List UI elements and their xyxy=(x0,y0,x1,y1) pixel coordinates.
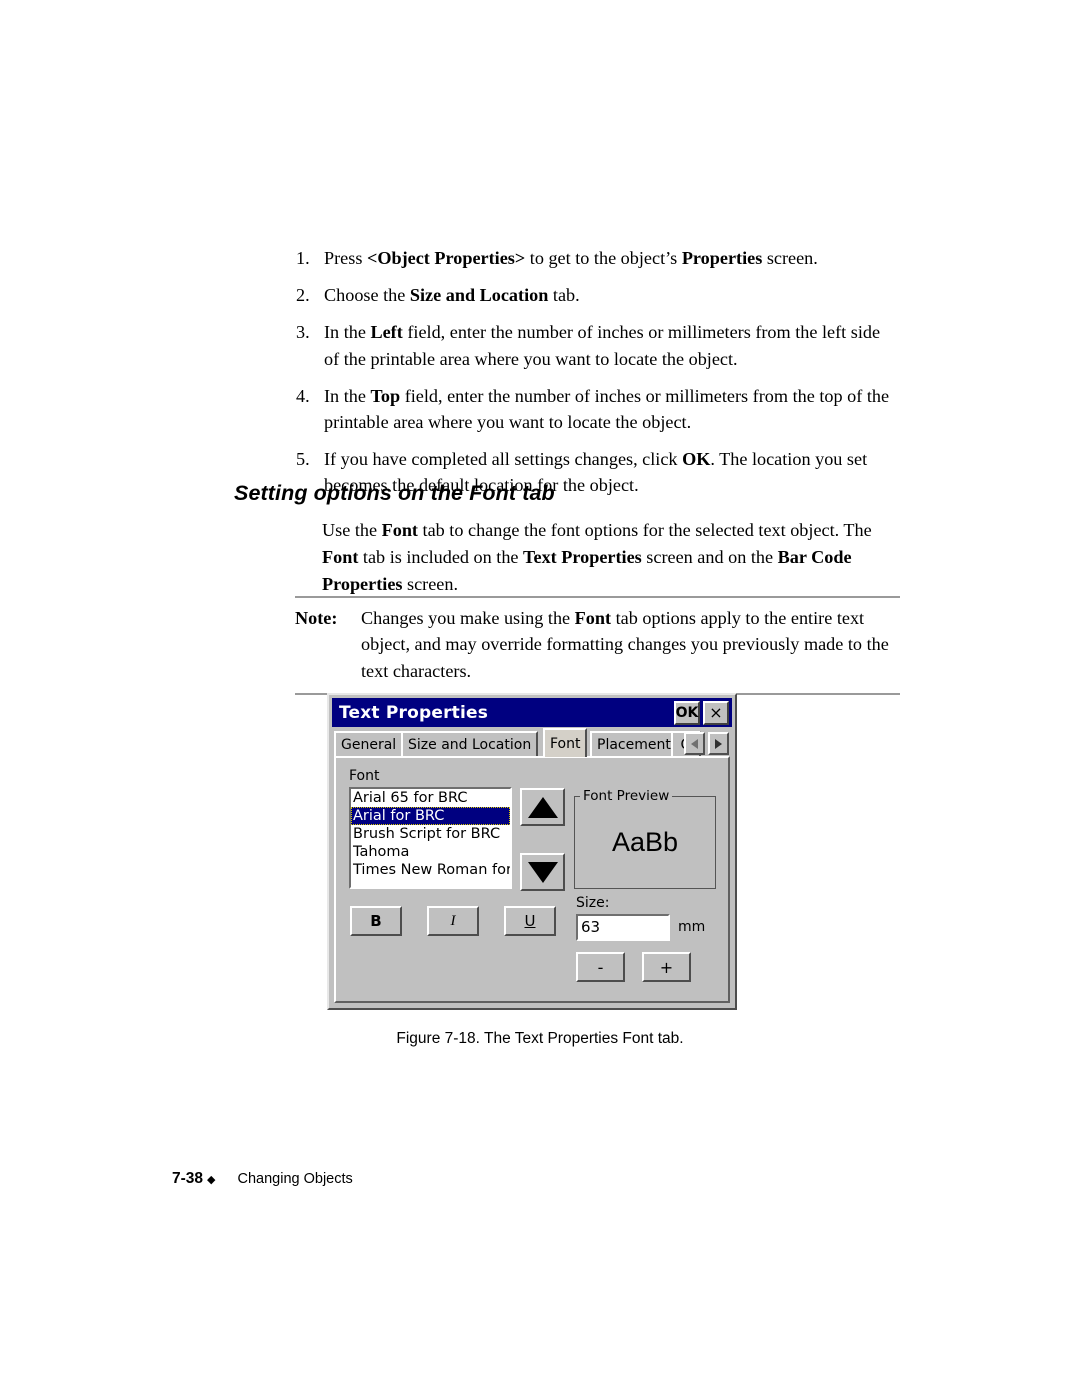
emphasis-text: OK xyxy=(682,449,711,470)
dialog-titlebar: Text Properties OK × xyxy=(332,698,732,727)
note-text: Changes you make using the Font tab opti… xyxy=(361,605,900,684)
body-text: screen. xyxy=(402,573,459,594)
dialog-tabrow: General Size and Location Font Placement… xyxy=(334,728,732,757)
step-text: In the Left field, enter the number of i… xyxy=(324,319,896,371)
procedure-step: 2. Choose the Size and Location tab. xyxy=(296,282,896,308)
tab-font[interactable]: Font xyxy=(543,728,588,757)
bold-button[interactable]: B xyxy=(350,906,402,936)
step-number: 4. xyxy=(296,385,310,406)
emphasis-text: Top xyxy=(370,385,401,406)
text-properties-dialog: Text Properties OK × General Size and Lo… xyxy=(327,693,737,1010)
size-label: Size: xyxy=(576,895,610,911)
size-decrease-button[interactable]: - xyxy=(576,952,625,982)
step-number: 1. xyxy=(296,248,310,268)
font-list-label: Font xyxy=(349,768,380,784)
chevron-left-icon xyxy=(691,738,698,749)
body-text: screen and on the xyxy=(641,546,778,567)
procedure-step: 4. In the Top field, enter the number of … xyxy=(296,383,896,435)
emphasis-text: Properties xyxy=(681,248,763,268)
font-list-item[interactable]: Brush Script for BRC xyxy=(351,825,510,843)
font-list-item[interactable]: Tahoma xyxy=(351,843,510,861)
body-text: field, enter the number of inches or mil… xyxy=(324,322,881,369)
tab-size-and-location[interactable]: Size and Location xyxy=(401,731,539,756)
body-text: field, enter the number of inches or mil… xyxy=(324,385,890,433)
body-text: Choose the xyxy=(324,285,410,306)
emphasis-text: Size and Location xyxy=(409,285,549,306)
footer-page-number: 7-38 xyxy=(172,1170,204,1187)
font-list-scroll-up-button[interactable] xyxy=(520,788,565,826)
body-text: tab. xyxy=(548,285,580,306)
body-text: Use the xyxy=(322,520,382,540)
body-text: Press xyxy=(324,248,367,268)
tab-scroll-right-button[interactable] xyxy=(708,732,729,755)
step-text: Choose the Size and Location tab. xyxy=(324,282,896,308)
chevron-right-icon xyxy=(715,738,722,749)
emphasis-text: Font xyxy=(322,546,359,567)
body-text: tab is included on the xyxy=(358,546,524,567)
size-increase-button[interactable]: + xyxy=(642,952,691,982)
note-block: Note: Changes you make using the Font ta… xyxy=(295,596,900,696)
body-text: to get to the object’s xyxy=(525,248,682,268)
procedure-step: 1. Press <Object Properties> to get to th… xyxy=(296,245,896,271)
font-preview-group: Font Preview AaBb xyxy=(574,788,716,889)
body-text: tab to change the font options for the s… xyxy=(417,520,872,540)
footer-chapter-title: Changing Objects xyxy=(237,1171,353,1187)
tab-placement[interactable]: Placement xyxy=(590,731,678,756)
step-number: 2. xyxy=(296,285,310,306)
body-text: In the xyxy=(324,385,371,406)
page-footer: 7-38 ◆ Changing Objects xyxy=(172,1170,353,1188)
italic-button[interactable]: I xyxy=(427,906,479,936)
note-label: Note: xyxy=(295,608,338,628)
step-number: 5. xyxy=(296,449,310,470)
size-input[interactable]: 63 xyxy=(576,914,670,941)
emphasis-text: Text Properties xyxy=(523,546,642,567)
font-list-item[interactable]: Times New Roman for BRC xyxy=(351,861,510,879)
tab-general[interactable]: General xyxy=(334,731,404,756)
triangle-up-icon xyxy=(527,796,558,818)
triangle-down-icon xyxy=(527,861,558,883)
font-preview-sample: AaBb xyxy=(611,827,679,857)
step-text: Press <Object Properties> to get to the … xyxy=(324,245,896,271)
figure-caption: Figure 7-18. The Text Properties Font ta… xyxy=(396,1030,684,1047)
font-listbox[interactable]: Arial 65 for BRC Arial for BRC Brush Scrip… xyxy=(349,787,512,889)
close-icon[interactable]: × xyxy=(703,700,729,725)
font-tab-panel: Font Arial 65 for BRC Arial for BRC Brush … xyxy=(334,756,730,1003)
step-number: 3. xyxy=(296,322,310,343)
section-heading: Setting options on the Font tab xyxy=(234,481,555,505)
size-unit-label: mm xyxy=(678,919,706,935)
body-text: If you have completed all settings chang… xyxy=(324,449,683,470)
diamond-icon: ◆ xyxy=(207,1173,216,1186)
font-preview-legend: Font Preview xyxy=(580,788,673,804)
procedure-steps: 1. Press <Object Properties> to get to th… xyxy=(296,245,896,510)
dialog-title: Text Properties xyxy=(339,702,489,723)
emphasis-text: Left xyxy=(370,322,403,343)
font-list-scroll-down-button[interactable] xyxy=(520,853,565,891)
step-text: In the Top field, enter the number of in… xyxy=(324,383,896,435)
emphasis-text: Font xyxy=(574,608,612,628)
procedure-step: 3. In the Left field, enter the number of… xyxy=(296,319,896,371)
font-list-item[interactable]: Arial 65 for BRC xyxy=(351,789,510,807)
emphasis-text: <Object Properties> xyxy=(366,248,526,268)
section-paragraph: Use the Font tab to change the font opti… xyxy=(322,517,892,597)
body-text: Changes you make using the xyxy=(361,608,575,628)
underline-button[interactable]: U xyxy=(504,906,556,936)
body-text: screen. xyxy=(762,248,818,268)
ok-button[interactable]: OK xyxy=(674,700,700,725)
font-list-item[interactable]: Arial for BRC xyxy=(351,807,510,825)
body-text: In the xyxy=(324,322,371,343)
emphasis-text: Font xyxy=(381,520,418,540)
tab-scroll-left-button[interactable] xyxy=(684,732,705,755)
